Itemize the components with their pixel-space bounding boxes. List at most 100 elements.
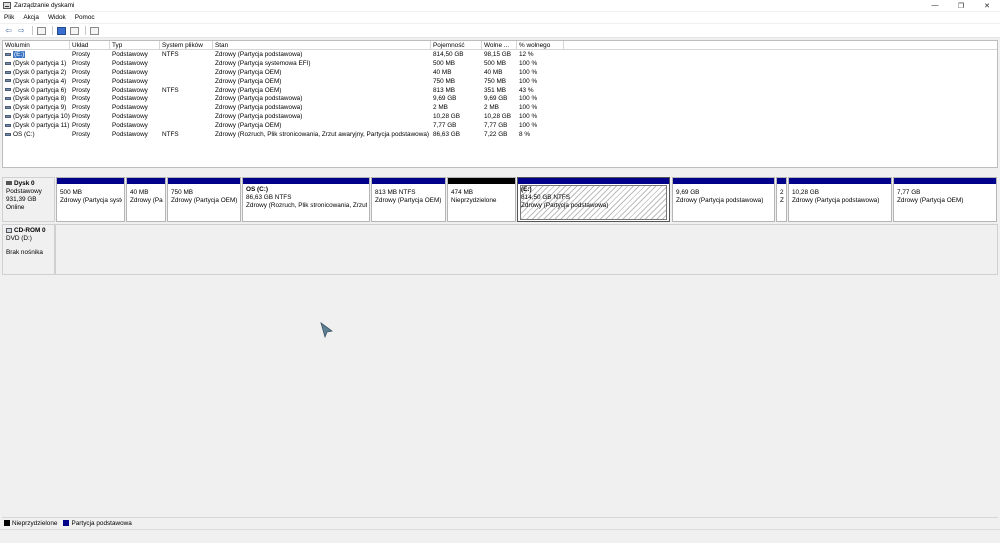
- legend-swatch-primary: [63, 520, 70, 526]
- disk-pane-empty-area: [0, 276, 1000, 516]
- menu-file[interactable]: Plik: [4, 14, 14, 21]
- partition-size: 9,69 GB: [676, 189, 700, 196]
- cell-percent-free: 100 %: [519, 95, 538, 103]
- partition-status: Zdrowy (Partycja OEM): [897, 197, 964, 204]
- partition-text: (E:) 814,50 GB NTFS Zdrowy (Partycja podst…: [521, 186, 667, 210]
- column-header-free[interactable]: Wolne ...: [482, 41, 517, 50]
- settings-view-button[interactable]: [89, 26, 100, 36]
- maximize-button[interactable]: ❐: [948, 0, 974, 11]
- column-header-volume[interactable]: Wolumin: [3, 41, 70, 50]
- cell-status: Zdrowy (Partycja OEM): [215, 77, 282, 85]
- cell-volume: (Dysk 0 partycja 2): [3, 69, 70, 78]
- disk-0-label[interactable]: Dysk 0 Podstawowy 931,39 GB Online: [2, 177, 55, 222]
- partition-block[interactable]: 9,69 GB Zdrowy (Partycja podstawowa): [672, 177, 775, 222]
- partition-block[interactable]: 7,77 GB Zdrowy (Partycja OEM): [893, 177, 997, 222]
- table-row[interactable]: (E:) Prosty Podstawowy NTFS Zdrowy (Partycja…: [3, 51, 997, 60]
- partition-block[interactable]: (E:) 814,50 GB NTFS Zdrowy (Partycja podst…: [517, 177, 670, 222]
- close-button[interactable]: ✕: [974, 0, 1000, 11]
- pane-splitter[interactable]: [0, 170, 1000, 174]
- column-header-capacity[interactable]: Pojemność: [431, 41, 482, 50]
- volume-list[interactable]: Wolumin Układ Typ System plików Stan Poj…: [2, 40, 998, 168]
- partition-type-bar: [168, 178, 240, 184]
- volume-icon: [5, 61, 11, 65]
- column-header-filesystem[interactable]: System plików: [160, 41, 213, 50]
- column-header-type[interactable]: Typ: [110, 41, 160, 50]
- properties-button[interactable]: [69, 26, 80, 36]
- menu-view[interactable]: Widok: [48, 14, 66, 21]
- partition-text: OS (C:) 86,63 GB NTFS Zdrowy (Rozruch, Pli…: [246, 186, 367, 210]
- cell-filesystem: NTFS: [162, 131, 179, 139]
- column-header-percent-free[interactable]: % wolnego: [517, 41, 564, 50]
- partition-status: Nieprzydzielone: [451, 197, 497, 204]
- cell-volume: (Dysk 0 partycja 11): [3, 122, 70, 131]
- cell-type: Podstawowy: [112, 51, 148, 58]
- partition-block[interactable]: 500 MB Zdrowy (Partycja syste: [56, 177, 125, 222]
- volume-rows: (E:) Prosty Podstawowy NTFS Zdrowy (Partycja…: [3, 51, 997, 140]
- partition-block[interactable]: 2Z: [776, 177, 787, 222]
- table-row[interactable]: (Dysk 0 partycja 10) Prosty Podstawowy Zdro…: [3, 113, 997, 122]
- table-row[interactable]: OS (C:) Prosty Podstawowy NTFS Zdrowy (Rozru…: [3, 131, 997, 140]
- volume-name: OS (C:): [13, 131, 35, 139]
- column-header-layout[interactable]: Układ: [70, 41, 110, 50]
- disk-management-window: Zarządzanie dyskami — ❐ ✕ Plik Akcja Wid…: [0, 0, 1000, 543]
- column-header-status[interactable]: Stan: [213, 41, 431, 50]
- table-row[interactable]: (Dysk 0 partycja 9) Prosty Podstawowy Zdrow…: [3, 104, 997, 113]
- table-row[interactable]: (Dysk 0 partycja 11) Prosty Podstawowy Zdro…: [3, 122, 997, 131]
- minimize-button[interactable]: —: [922, 0, 948, 11]
- cell-capacity: 10,28 GB: [433, 113, 461, 121]
- properties-icon: [70, 26, 79, 35]
- cdrom-0-area[interactable]: [55, 224, 998, 275]
- cell-layout: Prosty: [72, 95, 91, 103]
- cell-type: Podstawowy: [112, 68, 148, 76]
- volume-name: (E:): [13, 51, 26, 58]
- back-arrow-icon[interactable]: ⇦: [3, 26, 14, 36]
- partition-type-bar: [673, 178, 774, 184]
- cell-percent-free: 43 %: [519, 86, 534, 94]
- partition-text: 474 MB Nieprzydzielone: [451, 189, 513, 205]
- table-row[interactable]: (Dysk 0 partycja 8) Prosty Podstawowy Zdrow…: [3, 95, 997, 104]
- cell-layout: Prosty: [72, 51, 91, 58]
- forward-arrow-icon[interactable]: ⇨: [16, 26, 27, 36]
- partition-title: (E:): [521, 186, 532, 193]
- cell-status: Zdrowy (Partycja OEM): [215, 86, 282, 94]
- table-row[interactable]: (Dysk 0 partycja 4) Prosty Podstawowy Zdrow…: [3, 77, 997, 87]
- cell-filesystem: [160, 113, 213, 122]
- cdrom-0-type: DVD (D:): [6, 235, 32, 242]
- volume-icon: [5, 79, 11, 83]
- cell-status: Zdrowy (Partycja podstawowa): [215, 95, 303, 103]
- partition-block[interactable]: 750 MB Zdrowy (Partycja OEM): [167, 177, 241, 222]
- partition-block[interactable]: 40 MB Zdrowy (Par: [126, 177, 166, 222]
- partition-block[interactable]: 10,28 GB Zdrowy (Partycja podstawowa): [788, 177, 892, 222]
- table-row[interactable]: (Dysk 0 partycja 2) Prosty Podstawowy Zdrow…: [3, 68, 997, 78]
- partition-status: Zdrowy (Partycja podstawowa): [521, 202, 609, 209]
- partition-size: 474 MB: [451, 189, 474, 196]
- volume-icon: [5, 70, 11, 74]
- partition-block[interactable]: OS (C:) 86,63 GB NTFS Zdrowy (Rozruch, Pli…: [242, 177, 370, 222]
- cell-capacity: 9,69 GB: [433, 95, 457, 103]
- table-row[interactable]: (Dysk 0 partycja 6) Prosty Podstawowy NTFS Z…: [3, 86, 997, 96]
- help-button[interactable]: [56, 26, 67, 36]
- cell-percent-free: 100 %: [519, 104, 538, 112]
- menu-help[interactable]: Pomoc: [75, 14, 95, 21]
- cell-capacity: 750 MB: [433, 77, 456, 85]
- cell-percent-free: 100 %: [519, 122, 538, 130]
- cell-type: Podstawowy: [112, 77, 148, 85]
- menu-action[interactable]: Akcja: [23, 14, 39, 21]
- partition-block[interactable]: 813 MB NTFS Zdrowy (Partycja OEM): [371, 177, 446, 222]
- partition-size: 7,77 GB: [897, 189, 921, 196]
- cdrom-0-label[interactable]: CD-ROM 0 DVD (D:) Brak nośnika: [2, 224, 55, 275]
- partition-title: OS (C:): [246, 186, 269, 193]
- disk-0-type: Podstawowy: [6, 188, 42, 195]
- table-row[interactable]: (Dysk 0 partycja 1) Prosty Podstawowy Zdrow…: [3, 59, 997, 69]
- partition-size: 750 MB: [171, 189, 194, 196]
- cell-capacity: 2 MB: [433, 104, 448, 112]
- cell-capacity: 500 MB: [433, 59, 456, 67]
- title-bar[interactable]: Zarządzanie dyskami — ❐ ✕: [0, 0, 1000, 11]
- partition-block[interactable]: 474 MB Nieprzydzielone: [447, 177, 516, 222]
- disk-management-icon: [3, 2, 11, 9]
- cell-status: Zdrowy (Partycja systemowa EFI): [215, 59, 311, 67]
- cell-status: Zdrowy (Partycja podstawowa): [215, 113, 303, 121]
- cell-free: 40 MB: [484, 68, 503, 76]
- list-view-button[interactable]: [36, 26, 47, 36]
- cell-layout: Prosty: [72, 86, 91, 94]
